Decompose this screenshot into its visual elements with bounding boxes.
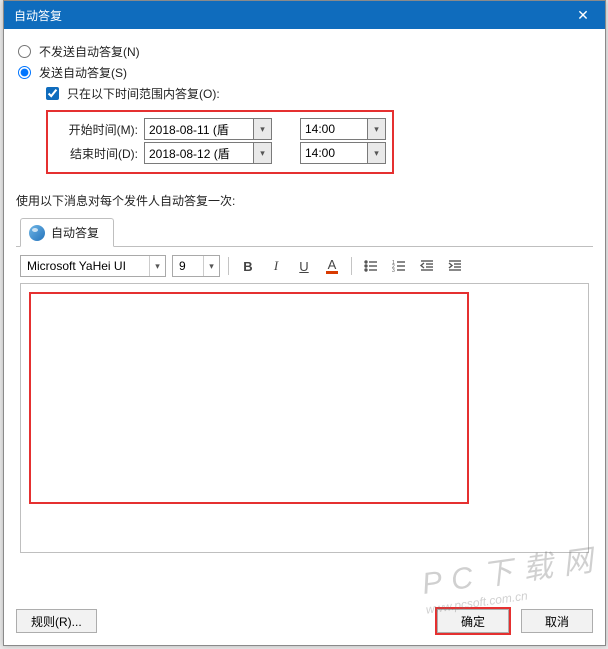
cancel-button[interactable]: 取消 — [521, 609, 593, 633]
close-button[interactable]: ✕ — [561, 1, 605, 29]
end-time-row: 结束时间(D): ▾ ▾ — [54, 142, 386, 164]
time-range-section: 只在以下时间范围内答复(O): 开始时间(M): ▾ ▾ 结束时间(D): — [46, 85, 593, 174]
radio-send[interactable]: 发送自动答复(S) — [18, 64, 593, 81]
dropdown-icon[interactable]: ▾ — [367, 119, 385, 139]
underline-button[interactable]: U — [293, 256, 315, 276]
toolbar-separator — [351, 257, 352, 275]
globe-icon — [29, 225, 45, 241]
dialog-window: 自动答复 ✕ 不发送自动答复(N) 发送自动答复(S) 只在以下时间范围内答复(… — [3, 0, 606, 646]
number-list-button[interactable]: 123 — [388, 256, 410, 276]
toolbar-separator — [228, 257, 229, 275]
end-date-combo[interactable]: ▾ — [144, 142, 272, 164]
ok-button[interactable]: 确定 — [437, 609, 509, 633]
start-date-combo[interactable]: ▾ — [144, 118, 272, 140]
dialog-content: 不发送自动答复(N) 发送自动答复(S) 只在以下时间范围内答复(O): 开始时… — [4, 29, 605, 561]
svg-text:3: 3 — [392, 268, 395, 274]
dropdown-icon[interactable]: ▾ — [203, 256, 219, 276]
start-date-input[interactable] — [145, 119, 253, 139]
dropdown-icon[interactable]: ▾ — [367, 143, 385, 163]
datetime-highlight-box: 开始时间(M): ▾ ▾ 结束时间(D): ▾ — [46, 110, 394, 174]
rules-button-label: 规则(R)... — [31, 613, 82, 630]
ok-button-label: 确定 — [461, 613, 485, 630]
dropdown-icon[interactable]: ▾ — [149, 256, 165, 276]
end-time-input[interactable] — [301, 143, 367, 163]
bullet-list-button[interactable] — [360, 256, 382, 276]
tab-strip: 自动答复 — [16, 217, 593, 247]
start-time-combo[interactable]: ▾ — [300, 118, 386, 140]
font-size-input[interactable] — [173, 256, 203, 276]
editor-highlight-box — [29, 292, 469, 504]
tab-auto-reply-label: 自动答复 — [51, 224, 99, 241]
start-time-label: 开始时间(M): — [54, 121, 144, 138]
end-date-input[interactable] — [145, 143, 253, 163]
outdent-button[interactable] — [416, 256, 438, 276]
window-title: 自动答复 — [14, 7, 62, 24]
font-color-button[interactable]: A — [321, 256, 343, 276]
radio-send-input[interactable] — [18, 66, 31, 79]
cancel-button-label: 取消 — [545, 613, 569, 630]
dropdown-icon[interactable]: ▾ — [253, 143, 271, 163]
end-time-combo[interactable]: ▾ — [300, 142, 386, 164]
end-time-label: 结束时间(D): — [54, 145, 144, 162]
italic-button[interactable]: I — [265, 256, 287, 276]
radio-dont-send-label: 不发送自动答复(N) — [39, 43, 140, 60]
radio-dont-send[interactable]: 不发送自动答复(N) — [18, 43, 593, 60]
font-name-combo[interactable]: ▾ — [20, 255, 166, 277]
dropdown-icon[interactable]: ▾ — [253, 119, 271, 139]
start-time-input[interactable] — [301, 119, 367, 139]
font-size-combo[interactable]: ▾ — [172, 255, 220, 277]
tab-auto-reply[interactable]: 自动答复 — [20, 218, 114, 247]
bold-button[interactable]: B — [237, 256, 259, 276]
message-editor[interactable] — [20, 283, 589, 553]
rules-button[interactable]: 规则(R)... — [16, 609, 97, 633]
radio-dont-send-input[interactable] — [18, 45, 31, 58]
checkbox-only-range-label: 只在以下时间范围内答复(O): — [67, 85, 220, 102]
start-time-row: 开始时间(M): ▾ ▾ — [54, 118, 386, 140]
indent-button[interactable] — [444, 256, 466, 276]
radio-send-label: 发送自动答复(S) — [39, 64, 127, 81]
editor-wrap — [16, 283, 593, 553]
title-bar: 自动答复 ✕ — [4, 1, 605, 29]
reply-hint-text: 使用以下消息对每个发件人自动答复一次: — [16, 192, 593, 209]
editor-toolbar: ▾ ▾ B I U A 123 — [16, 247, 593, 283]
dialog-button-bar: 规则(R)... 确定 取消 — [16, 609, 593, 633]
close-icon: ✕ — [577, 7, 589, 24]
checkbox-only-range[interactable]: 只在以下时间范围内答复(O): — [46, 85, 593, 102]
checkbox-only-range-input[interactable] — [46, 87, 59, 100]
font-name-input[interactable] — [21, 256, 149, 276]
